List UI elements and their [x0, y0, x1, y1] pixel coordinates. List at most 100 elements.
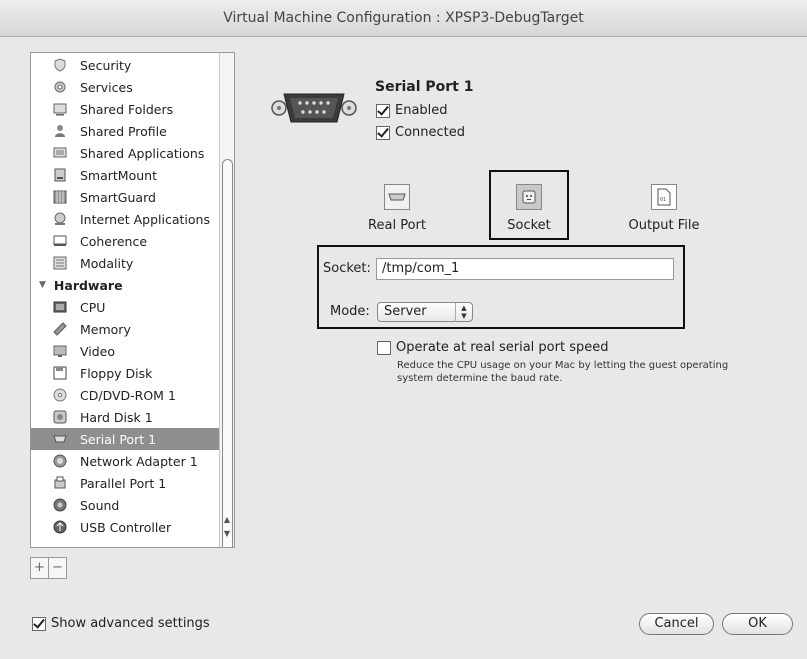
services-icon: [53, 80, 67, 94]
sidebar-item-hard-disk[interactable]: Hard Disk 1: [31, 406, 219, 428]
sidebar-item-shared-applications[interactable]: Shared Applications: [31, 142, 219, 164]
modality-icon: [53, 256, 67, 270]
sidebar-item-label: Shared Applications: [80, 145, 205, 161]
enabled-label: Enabled: [395, 103, 448, 118]
socket-option[interactable]: Socket: [496, 184, 562, 233]
sidebar-scrollbar[interactable]: ▲ ▼: [219, 53, 234, 547]
scroll-down-arrow-icon[interactable]: ▼: [222, 529, 232, 538]
sidebar-item-label: Serial Port 1: [80, 431, 157, 447]
device-title: Serial Port 1: [375, 79, 474, 95]
sound-icon: [53, 498, 67, 512]
sidebar-item-label: Security: [80, 57, 132, 73]
sidebar-item-internet-applications[interactable]: Internet Applications: [31, 208, 219, 230]
sidebar-item-label: Internet Applications: [80, 211, 210, 227]
output-file-option[interactable]: 01 Output File: [626, 184, 702, 233]
socket-icon: [516, 184, 542, 210]
sidebar-item-parallel-port[interactable]: Parallel Port 1: [31, 472, 219, 494]
sidebar-item-label: SmartMount: [80, 167, 157, 183]
connected-checkbox-box[interactable]: [376, 125, 390, 140]
sidebar-item-label: Shared Profile: [80, 123, 167, 139]
sidebar-item-label: Modality: [80, 255, 134, 271]
window-title: Virtual Machine Configuration : XPSP3-De…: [0, 0, 807, 37]
real-speed-help-text: Reduce the CPU usage on your Mac by lett…: [397, 360, 729, 384]
serial-connector-icon: [270, 88, 358, 132]
remove-device-button[interactable]: −: [48, 558, 66, 578]
mode-select-value: Server: [384, 304, 427, 319]
sidebar-item-label: USB Controller: [80, 519, 172, 535]
sidebar-item-label: CD/DVD-ROM 1: [80, 387, 176, 403]
sidebar-item-label: Shared Folders: [80, 101, 174, 117]
disclosure-triangle-icon[interactable]: ▼: [39, 280, 46, 290]
sidebar-item-coherence[interactable]: Coherence: [31, 230, 219, 252]
hard-disk-icon: [53, 410, 67, 424]
scrollbar-thumb[interactable]: [222, 159, 233, 547]
memory-icon: [53, 322, 67, 336]
ok-button[interactable]: OK: [722, 613, 793, 635]
enabled-checkbox-box[interactable]: [376, 103, 390, 118]
show-advanced-checkbox-box[interactable]: [32, 616, 46, 631]
real-speed-checkbox[interactable]: Operate at real serial port speed: [377, 340, 608, 355]
real-port-option[interactable]: Real Port: [364, 184, 430, 233]
sidebar-item-smartguard[interactable]: SmartGuard: [31, 186, 219, 208]
sidebar-item-label: Hard Disk 1: [80, 409, 153, 425]
sidebar-item-video[interactable]: Video: [31, 340, 219, 362]
sidebar-item-label: Parallel Port 1: [80, 475, 167, 491]
coherence-icon: [53, 234, 67, 248]
cancel-button[interactable]: Cancel: [639, 613, 714, 635]
sidebar-item-label: Floppy Disk: [80, 365, 153, 381]
network-adapter-icon: [53, 454, 67, 468]
real-speed-checkbox-box[interactable]: [377, 340, 391, 355]
shield-icon: [53, 58, 67, 72]
sidebar-item-sound[interactable]: Sound: [31, 494, 219, 516]
sidebar-item-network-adapter[interactable]: Network Adapter 1: [31, 450, 219, 472]
sidebar-item-shared-folders[interactable]: Shared Folders: [31, 98, 219, 120]
output-file-label: Output File: [628, 218, 700, 233]
select-arrows-icon: ▲ ▼: [455, 303, 472, 322]
enabled-checkbox[interactable]: Enabled: [376, 103, 448, 118]
sidebar-item-services[interactable]: Services: [31, 76, 219, 98]
add-remove-control: + −: [30, 557, 67, 579]
sidebar-section-hardware[interactable]: ▼ Hardware: [31, 274, 219, 296]
floppy-disk-icon: [53, 366, 67, 380]
real-port-label: Real Port: [368, 218, 426, 233]
usb-controller-icon: [53, 520, 67, 534]
sidebar-item-shared-profile[interactable]: Shared Profile: [31, 120, 219, 142]
real-port-icon: [384, 184, 410, 210]
sidebar-item-label: Video: [80, 343, 116, 359]
socket-label: Socket: [507, 218, 551, 233]
mode-select[interactable]: Server ▲ ▼: [377, 302, 473, 322]
sidebar-item-usb-controller[interactable]: USB Controller: [31, 516, 219, 538]
socket-path-input[interactable]: /tmp/com_1: [376, 258, 674, 280]
show-advanced-label: Show advanced settings: [51, 616, 210, 631]
internet-applications-icon: [53, 212, 67, 226]
scroll-up-arrow-icon[interactable]: ▲: [222, 515, 232, 524]
shared-folders-icon: [53, 102, 67, 116]
shared-profile-icon: [53, 124, 67, 138]
show-advanced-checkbox[interactable]: Show advanced settings: [32, 616, 210, 631]
connected-checkbox[interactable]: Connected: [376, 125, 465, 140]
sidebar-item-memory[interactable]: Memory: [31, 318, 219, 340]
smartguard-icon: [53, 190, 67, 204]
sidebar-section-label: Hardware: [53, 277, 123, 293]
sidebar-item-label: Network Adapter 1: [80, 453, 198, 469]
sidebar-item-security[interactable]: Security: [31, 54, 219, 76]
add-device-button[interactable]: +: [31, 558, 48, 578]
mode-field-label: Mode:: [330, 304, 370, 319]
sidebar-item-cpu[interactable]: CPU: [31, 296, 219, 318]
serial-port-icon: [53, 432, 67, 446]
parallel-port-icon: [53, 476, 67, 490]
sidebar-item-smartmount[interactable]: SmartMount: [31, 164, 219, 186]
sidebar-item-label: Coherence: [80, 233, 148, 249]
real-speed-label: Operate at real serial port speed: [396, 340, 609, 355]
sidebar-item-label: CPU: [80, 299, 106, 315]
output-file-icon: 01: [651, 184, 677, 210]
video-icon: [53, 344, 67, 358]
sidebar-item-modality[interactable]: Modality: [31, 252, 219, 274]
smartmount-icon: [53, 168, 67, 182]
sidebar-item-serial-port[interactable]: Serial Port 1: [31, 428, 219, 450]
sidebar-item-cd-dvd-rom[interactable]: CD/DVD-ROM 1: [31, 384, 219, 406]
connected-label: Connected: [395, 125, 466, 140]
socket-field-label: Socket:: [323, 261, 371, 276]
settings-sidebar[interactable]: Security Services Shared Folders Shared …: [30, 52, 235, 548]
sidebar-item-floppy-disk[interactable]: Floppy Disk: [31, 362, 219, 384]
